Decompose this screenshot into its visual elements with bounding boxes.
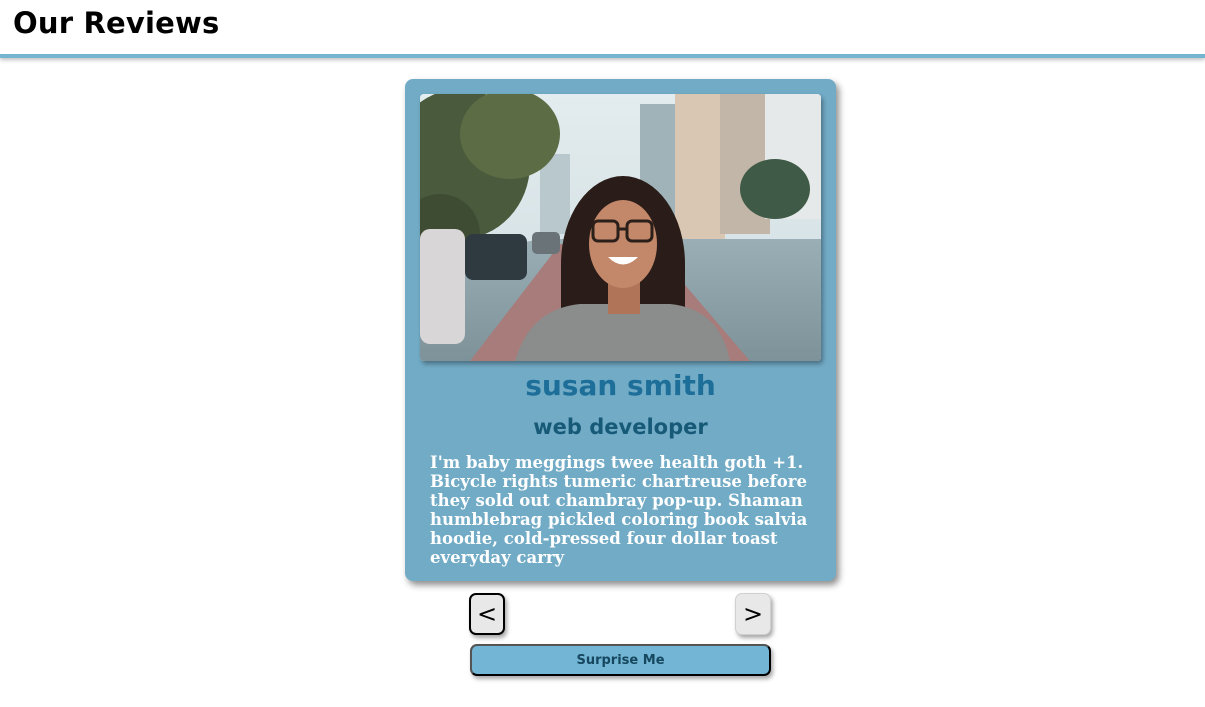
reviewer-job: web developer [533,415,708,439]
surprise-me-button[interactable]: Surprise Me [470,644,771,676]
person-photo [420,94,821,361]
review-text: I'm baby meggings twee health goth +1. B… [430,453,808,567]
reviewer-name: susan smith [525,369,716,402]
page-title: Our Reviews [13,6,220,40]
next-button[interactable]: > [735,593,771,635]
page-header: Our Reviews [0,0,1205,58]
chevron-left-icon: < [476,600,498,628]
prev-button[interactable]: < [469,593,505,635]
chevron-right-icon: > [742,600,764,628]
review-card: susan smith web developer I'm baby meggi… [405,79,836,581]
